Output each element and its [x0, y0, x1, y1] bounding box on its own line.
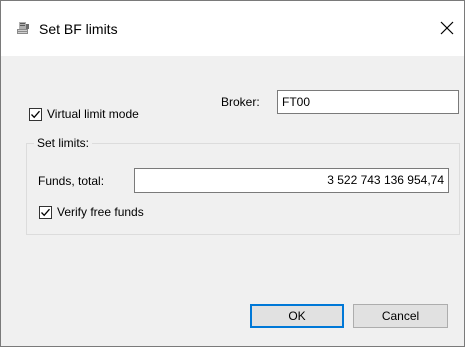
- verify-free-funds-checkbox[interactable]: Verify free funds: [39, 205, 144, 219]
- close-icon: [440, 21, 454, 35]
- dialog-window: Set BF limits Broker: FT00 Virtual limit…: [0, 0, 465, 347]
- title-bar[interactable]: Set BF limits: [1, 1, 464, 56]
- checkmark-icon: [41, 208, 50, 216]
- ok-button[interactable]: OK: [250, 304, 344, 328]
- funds-total-input[interactable]: 3 522 743 136 954,74: [134, 168, 449, 193]
- dialog-title: Set BF limits: [39, 21, 118, 37]
- checkmark-icon: [31, 110, 40, 118]
- broker-input[interactable]: FT00: [277, 90, 459, 114]
- funds-total-label: Funds, total:: [38, 174, 105, 188]
- checkbox-box[interactable]: [29, 107, 42, 121]
- virtual-limit-mode-checkbox[interactable]: Virtual limit mode: [29, 107, 139, 121]
- checkbox-box[interactable]: [39, 205, 52, 219]
- cancel-button[interactable]: Cancel: [353, 304, 448, 328]
- dialog-app-icon: [15, 20, 31, 36]
- close-button[interactable]: [430, 10, 464, 46]
- virtual-limit-mode-label: Virtual limit mode: [47, 107, 139, 121]
- broker-label: Broker:: [221, 95, 260, 109]
- set-limits-group-title: Set limits:: [34, 135, 93, 151]
- verify-free-funds-label: Verify free funds: [57, 205, 144, 219]
